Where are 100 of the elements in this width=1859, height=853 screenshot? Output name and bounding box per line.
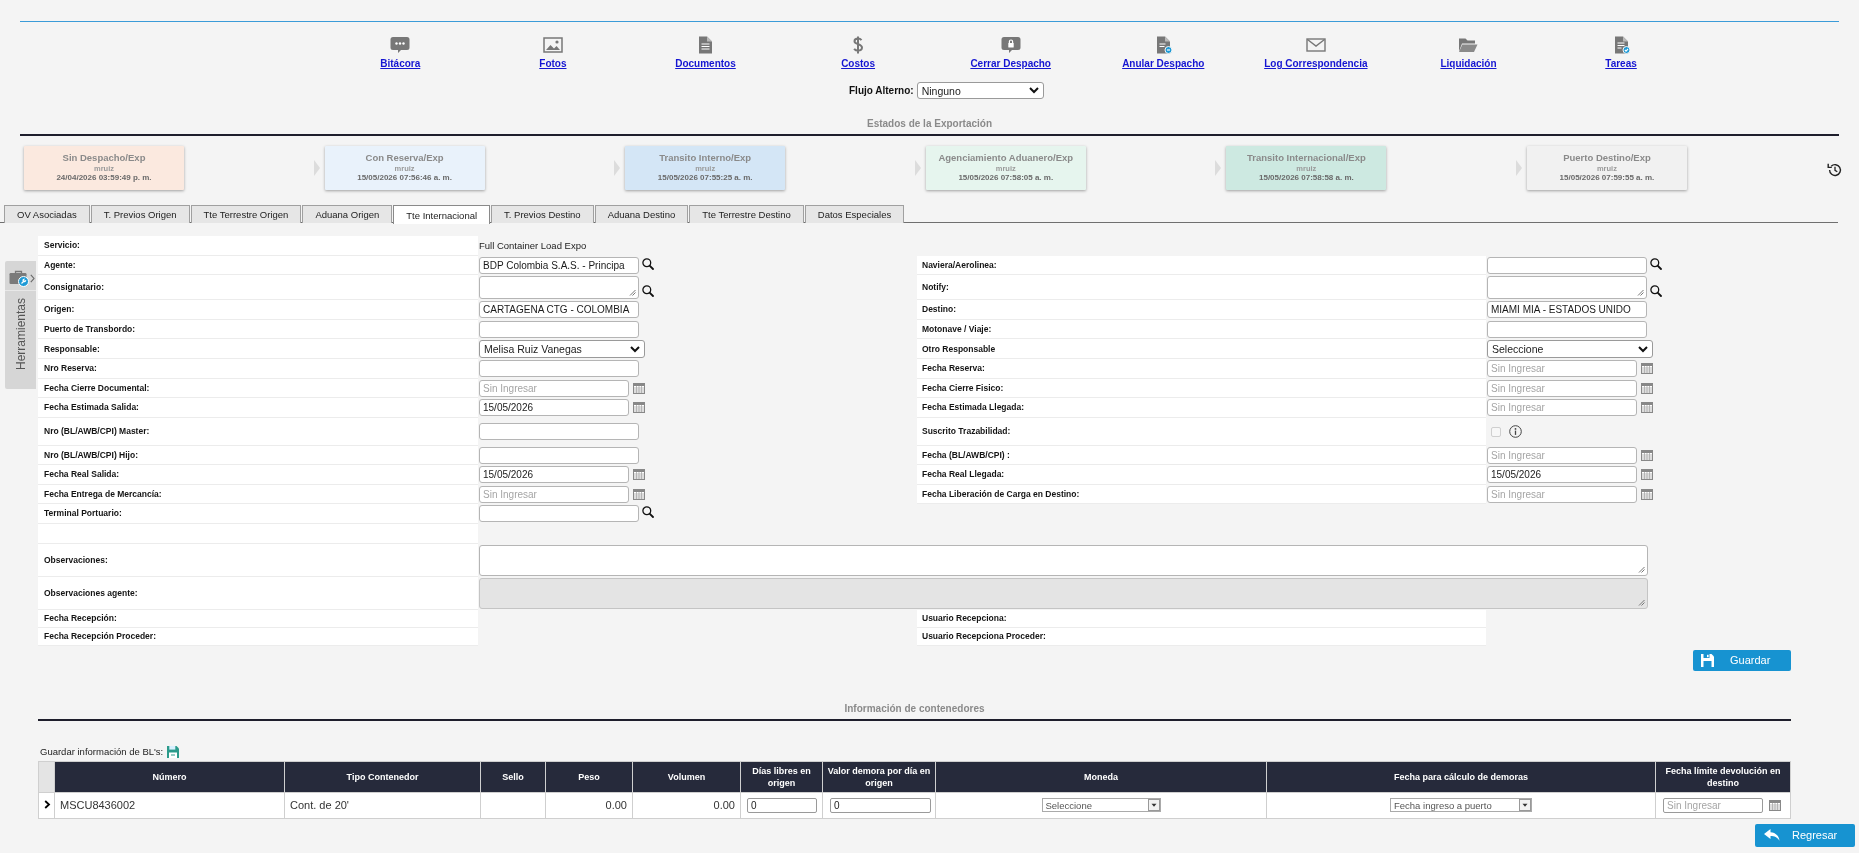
text-field[interactable]: 0 <box>830 797 931 813</box>
status-title: Sin Despacho/Exp <box>62 152 146 164</box>
field-label: Notify: <box>917 275 1486 300</box>
search-icon[interactable] <box>1650 257 1662 270</box>
toolbar-link[interactable]: Fotos <box>539 36 567 70</box>
tab[interactable]: Aduana Origen <box>302 205 393 223</box>
calendar-icon[interactable] <box>633 402 645 414</box>
calendar-icon[interactable] <box>1641 402 1653 414</box>
tab[interactable]: Tte Terrestre Origen <box>190 205 302 223</box>
text-field[interactable] <box>1487 320 1647 338</box>
tab[interactable]: Aduana Destino <box>594 205 689 223</box>
column-header: Fecha para cálculo de demoras <box>1266 761 1656 792</box>
text-field[interactable]: 0 <box>747 797 817 813</box>
status-date: 15/05/2026 07:58:05 a. m. <box>958 173 1054 183</box>
calendar-icon[interactable] <box>1769 799 1781 811</box>
status-date: 24/04/2026 03:59:49 p. m. <box>56 173 152 183</box>
calendar-icon[interactable] <box>1641 488 1653 500</box>
text-field[interactable] <box>479 446 639 464</box>
tools-side-tab[interactable]: Herramientas <box>5 261 36 389</box>
tab[interactable]: T. Previos Origen <box>90 205 190 223</box>
field-label: Fecha Liberación de Carga en Destino: <box>917 484 1486 504</box>
table-cell: Cont. de 20' <box>290 799 349 811</box>
field-label: Fecha Estimada Salida: <box>38 398 478 418</box>
tab[interactable]: Tte Terrestre Destino <box>689 205 804 223</box>
calendar-icon[interactable] <box>1641 363 1653 375</box>
tab[interactable]: Datos Especiales <box>804 205 905 223</box>
field-label: Origen: <box>38 300 478 320</box>
chevron-icon <box>1515 160 1522 176</box>
toolbar-link[interactable]: Bitácora <box>380 36 421 70</box>
field-label: Observaciones agente: <box>38 576 478 610</box>
resize-grip-icon[interactable] <box>1638 565 1645 573</box>
calendar-icon[interactable] <box>1641 469 1653 481</box>
column-header: Moneda <box>935 761 1267 792</box>
text-field[interactable] <box>479 320 639 338</box>
field-label: Puerto de Transbordo: <box>38 319 478 339</box>
info-icon[interactable] <box>1509 425 1522 438</box>
text-field[interactable]: BDP Colombia S.A.S. - Principa <box>479 256 639 274</box>
toolbar-link[interactable]: Cerrar Despacho <box>970 36 1051 70</box>
flow-label: Flujo Alterno: <box>849 85 914 96</box>
toolbar-link[interactable]: Tareas <box>1605 36 1637 70</box>
chevron-down-icon <box>630 345 640 353</box>
column-header: Número <box>54 761 285 792</box>
date-field[interactable]: 15/05/2026 <box>479 399 629 417</box>
speech-bubble-icon <box>390 36 411 54</box>
history-icon[interactable] <box>1827 162 1843 178</box>
field-label: Fecha Cierre Documental: <box>38 378 478 398</box>
resize-grip-icon[interactable] <box>629 289 636 296</box>
search-icon[interactable] <box>642 285 654 297</box>
expand-chevron-icon[interactable] <box>44 800 51 809</box>
text-field[interactable] <box>1487 256 1647 274</box>
toolbar-link[interactable]: Liquidación <box>1440 36 1497 70</box>
field-label: Fecha Cierre Fisico: <box>917 378 1486 398</box>
text-field[interactable] <box>479 360 639 378</box>
field-label: Servicio: <box>38 236 478 256</box>
resize-grip-icon[interactable] <box>1637 289 1644 296</box>
search-icon[interactable] <box>1650 285 1662 297</box>
column-header: Valor demora por día en origen <box>822 761 936 792</box>
toolbar-link[interactable]: Documentos <box>675 36 736 70</box>
dropdown[interactable]: Melisa Ruiz Vanegas <box>479 340 645 358</box>
date-field[interactable]: 15/05/2026 <box>1487 466 1637 484</box>
calendar-icon[interactable] <box>633 469 645 481</box>
dropdown[interactable]: Fecha ingreso a puerto <box>1390 798 1532 813</box>
text-area[interactable] <box>479 544 1648 576</box>
text-field[interactable]: MIAMI MIA - ESTADOS UNIDO <box>1487 301 1647 319</box>
calendar-icon[interactable] <box>633 488 645 500</box>
toolbar-link[interactable]: Log Correspondencia <box>1264 36 1368 70</box>
section-title: Estados de la Exportación <box>865 118 993 130</box>
dropdown[interactable]: Seleccione <box>1041 798 1161 813</box>
calendar-icon[interactable] <box>1641 382 1653 394</box>
column-header: Peso <box>545 761 633 792</box>
toolbar-link[interactable]: Costos <box>841 36 876 70</box>
date-field[interactable]: 15/05/2026 <box>479 466 629 484</box>
status-title: Con Reserva/Exp <box>365 152 444 164</box>
tab[interactable]: Tte Internacional <box>393 205 491 224</box>
toolbar-link[interactable]: Anular Despacho <box>1122 36 1205 70</box>
chevron-down-icon <box>1028 87 1039 94</box>
text-field[interactable]: CARTAGENA CTG - COLOMBIA <box>479 301 639 319</box>
calendar-icon[interactable] <box>633 382 645 394</box>
calendar-icon[interactable] <box>1641 449 1653 461</box>
toolbox-icon <box>9 270 29 287</box>
table-cell: MSCU8436002 <box>60 799 136 811</box>
field-label: Fecha Estimada Llegada: <box>917 398 1486 418</box>
column-header: Fecha límite devolución en destino <box>1655 761 1791 792</box>
field-label: Observaciones: <box>38 543 478 577</box>
column-header: Volumen <box>632 761 741 792</box>
dropdown[interactable]: Seleccione <box>1487 340 1653 358</box>
tab[interactable]: T. Previos Destino <box>491 205 594 223</box>
field-label: Otro Responsable <box>917 339 1486 359</box>
tab[interactable]: OV Asociadas <box>4 205 90 223</box>
status-date: 15/05/2026 07:58:58 a. m. <box>1259 173 1354 183</box>
text-field[interactable] <box>479 505 639 523</box>
chevron-down-icon <box>1638 345 1648 353</box>
text-field[interactable] <box>479 423 639 440</box>
chevron-icon <box>914 160 921 176</box>
search-icon[interactable] <box>642 506 654 518</box>
search-icon[interactable] <box>642 257 654 270</box>
flow-select[interactable]: Ninguno <box>916 82 1044 99</box>
table-cell: 0.00 <box>605 799 627 811</box>
bl-save-label: Guardar información de BL's: <box>40 746 164 757</box>
caret-icon <box>1147 799 1160 812</box>
